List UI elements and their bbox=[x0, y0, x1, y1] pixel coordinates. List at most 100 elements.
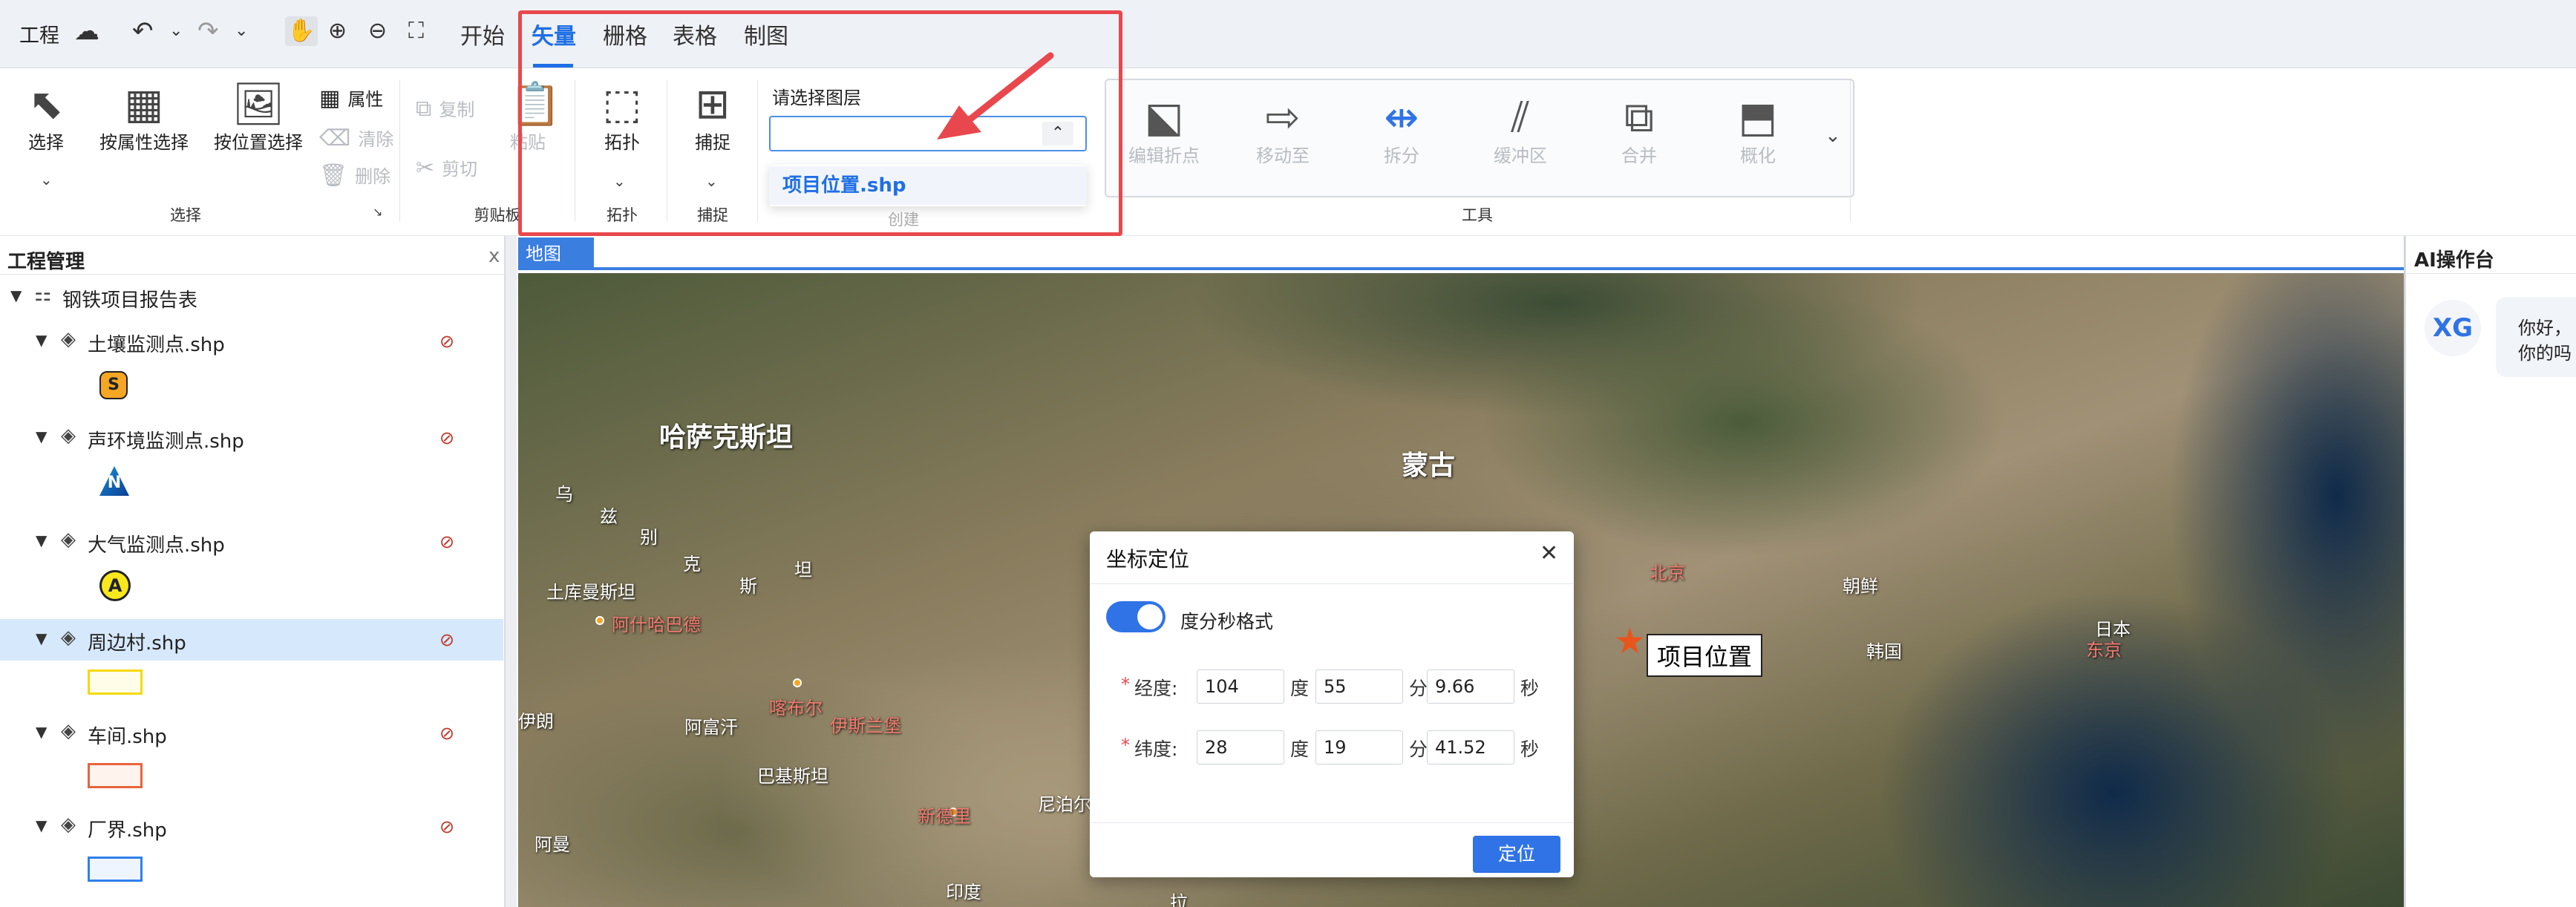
layer-label: 车间.shp bbox=[88, 726, 167, 748]
attribute-table-icon: ▦ bbox=[124, 80, 164, 128]
pan-hand-icon[interactable]: ✋ bbox=[285, 16, 318, 46]
scissors-icon: ✂ bbox=[416, 155, 435, 181]
caret-down-icon[interactable]: ▼ bbox=[36, 331, 47, 349]
city-marker bbox=[793, 678, 802, 687]
zoom-out-icon[interactable]: ⊖ bbox=[368, 16, 387, 46]
caret-down-icon[interactable]: ▼ bbox=[10, 286, 22, 304]
map-label: 阿什哈巴德 bbox=[612, 615, 701, 635]
layer-row-village[interactable]: ▼ ◈ 周边村.shp ⊘ bbox=[0, 619, 503, 661]
eye-off-icon[interactable]: ⊘ bbox=[439, 331, 454, 352]
longitude-minutes-input[interactable]: 55 bbox=[1315, 669, 1403, 704]
merge-button[interactable]: ⧉ 合并 bbox=[1590, 95, 1688, 167]
longitude-seconds-input[interactable]: 9.66 bbox=[1427, 669, 1514, 704]
select-by-location-button[interactable]: 🖼 按位置选择 bbox=[206, 82, 310, 154]
delete-button[interactable]: 🗑 删除 bbox=[319, 162, 390, 189]
latitude-seconds-input[interactable]: 41.52 bbox=[1427, 730, 1514, 764]
caret-down-icon[interactable]: ▼ bbox=[36, 816, 47, 834]
buffer-button[interactable]: ⫽ 缓冲区 bbox=[1471, 95, 1569, 167]
ai-avatar: XG bbox=[2425, 300, 2481, 356]
select-by-attribute-button[interactable]: ▦ 按属性选择 bbox=[92, 82, 196, 154]
map-label: 伊朗 bbox=[518, 711, 554, 732]
layer-row-soil[interactable]: ▼ ◈ 土壤监测点.shp ⊘ bbox=[0, 321, 503, 362]
redo-icon[interactable]: ↷ bbox=[197, 16, 219, 46]
latitude-minutes-input[interactable]: 19 bbox=[1315, 730, 1403, 764]
project-location-star-icon[interactable]: ★ bbox=[1614, 621, 1646, 662]
cloud-icon[interactable]: ☁ bbox=[74, 16, 99, 46]
ai-panel-title: AI操作台 bbox=[2414, 249, 2494, 272]
boundary-polygon-symbol bbox=[88, 857, 143, 882]
layer-row-noise[interactable]: ▼ ◈ 声环境监测点.shp ⊘ bbox=[0, 417, 503, 459]
move-to-button[interactable]: ⇨ 移动至 bbox=[1234, 95, 1332, 167]
project-panel-title: 工程管理 bbox=[7, 251, 85, 273]
ai-message-line: 你的吗 bbox=[2518, 343, 2572, 364]
caret-down-icon[interactable]: ▼ bbox=[36, 723, 47, 741]
layer-label: 声环境监测点.shp bbox=[88, 430, 244, 453]
generalize-button[interactable]: ⬒ 概化 bbox=[1709, 95, 1807, 167]
caret-down-icon[interactable]: ▼ bbox=[36, 531, 47, 549]
edit-vertices-icon: ⬕ bbox=[1144, 94, 1184, 142]
layer-label: 厂界.shp bbox=[88, 819, 167, 842]
layers-icon: ◈ bbox=[61, 425, 76, 447]
attributes-button[interactable]: ▦ 属性 bbox=[319, 85, 383, 111]
latitude-degrees-input[interactable]: 28 bbox=[1197, 730, 1284, 764]
workshop-polygon-symbol bbox=[88, 763, 143, 788]
group-label-tools: 工具 bbox=[1462, 206, 1493, 224]
map-label: 东京 bbox=[2086, 640, 2122, 661]
dms-format-label: 度分秒格式 bbox=[1180, 611, 1274, 632]
map-label: 哈萨克斯坦 bbox=[659, 422, 794, 453]
eye-off-icon[interactable]: ⊘ bbox=[439, 428, 454, 448]
longitude-degrees-input[interactable]: 104 bbox=[1197, 669, 1284, 704]
tools-expand-icon[interactable]: ⌄ bbox=[1825, 125, 1841, 147]
map-label: 巴基斯坦 bbox=[757, 766, 828, 787]
tree-root-label: 钢铁项目报告表 bbox=[62, 289, 198, 312]
full-extent-icon[interactable]: ⛶ bbox=[408, 16, 424, 46]
map-label: 乌 bbox=[555, 484, 573, 505]
map-label: 克 bbox=[683, 554, 701, 574]
redo-dropdown-icon[interactable]: ⌄ bbox=[235, 16, 248, 46]
layer-row-boundary[interactable]: ▼ ◈ 厂界.shp ⊘ bbox=[0, 806, 503, 848]
map-label: 新德里 bbox=[918, 806, 971, 827]
map-label: 阿富汗 bbox=[684, 717, 738, 738]
caret-down-icon[interactable]: ▼ bbox=[36, 629, 47, 647]
select-dropdown-icon[interactable]: ⌄ bbox=[40, 171, 53, 189]
copy-button[interactable]: ⧉ 复制 bbox=[416, 95, 474, 122]
merge-icon: ⧉ bbox=[1624, 94, 1654, 142]
app-menu[interactable]: 工程 bbox=[19, 19, 59, 48]
map-tab[interactable]: 地图 bbox=[518, 238, 594, 270]
tab-start[interactable]: 开始 bbox=[460, 18, 505, 50]
layer-label: 土壤监测点.shp bbox=[88, 334, 225, 356]
map-label: 坦 bbox=[794, 560, 812, 580]
eraser-icon: ⌫ bbox=[319, 125, 351, 151]
split-button[interactable]: ⇹ 拆分 bbox=[1353, 95, 1451, 167]
eye-off-icon[interactable]: ⊘ bbox=[439, 531, 454, 552]
panel-splitter[interactable] bbox=[505, 236, 517, 907]
divider bbox=[2405, 273, 2576, 274]
select-button[interactable]: ⬉ 选择 bbox=[16, 82, 76, 154]
eye-off-icon[interactable]: ⊘ bbox=[439, 816, 454, 837]
eye-off-icon[interactable]: ⊘ bbox=[439, 629, 454, 650]
zoom-in-icon[interactable]: ⊕ bbox=[328, 16, 347, 46]
latitude-label: 纬度: bbox=[1134, 739, 1178, 760]
layer-row-air[interactable]: ▼ ◈ 大气监测点.shp ⊘ bbox=[0, 521, 503, 563]
layer-label: 大气监测点.shp bbox=[88, 534, 225, 557]
group-label-select: 选择 bbox=[170, 206, 201, 224]
group-expand-icon[interactable]: ↘ bbox=[373, 205, 382, 219]
cut-button[interactable]: ✂ 剪切 bbox=[416, 154, 477, 181]
clear-button[interactable]: ⌫ 清除 bbox=[319, 125, 393, 151]
layer-row-workshop[interactable]: ▼ ◈ 车间.shp ⊘ bbox=[0, 713, 503, 754]
close-icon[interactable]: ✕ bbox=[1540, 540, 1558, 566]
locate-button[interactable]: 定位 bbox=[1473, 836, 1560, 873]
edit-vertices-button[interactable]: ⬕ 编辑折点 bbox=[1115, 95, 1213, 167]
undo-dropdown-icon[interactable]: ⌄ bbox=[169, 16, 183, 46]
map-label: 土库曼斯坦 bbox=[546, 582, 635, 603]
generalize-icon: ⬒ bbox=[1738, 94, 1778, 142]
eye-off-icon[interactable]: ⊘ bbox=[439, 723, 454, 744]
undo-icon[interactable]: ↶ bbox=[132, 16, 154, 46]
map-label: 印度 bbox=[946, 882, 981, 903]
close-icon[interactable]: x bbox=[488, 245, 500, 267]
separator bbox=[1850, 80, 1851, 221]
caret-down-icon[interactable]: ▼ bbox=[36, 428, 47, 445]
map-label: 蒙古 bbox=[1402, 451, 1456, 481]
project-location-label: 项目位置 bbox=[1647, 634, 1763, 677]
tree-root[interactable]: ▼ ⚏ 钢铁项目报告表 bbox=[0, 276, 503, 318]
